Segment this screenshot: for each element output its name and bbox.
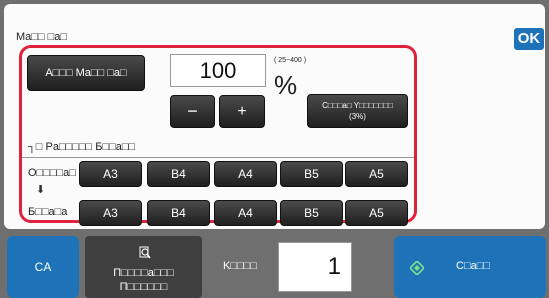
output-size-b5[interactable]: B5 [280,200,343,226]
percent-label: % [274,70,298,100]
copy-zoom-screen: Ma□□ □a□ OK A□□□ Ma□□ □a□ 100 ( 25~400 )… [0,0,549,298]
start-diamond-icon [410,261,424,275]
output-size-a4[interactable]: A4 [214,200,277,226]
zoom-ratio-field[interactable]: 100 [170,54,266,87]
auto-zoom-button[interactable]: A□□□ Ma□□ □a□ [27,55,145,91]
fine-adjust-label: C□□□a□ Y□□□□□□□ [322,101,393,110]
preview-label: П□□□□a□□□ П□□□□□□ [85,266,202,294]
decrease-button[interactable]: − [170,95,215,128]
output-size-a5[interactable]: A5 [345,200,408,226]
increase-button[interactable]: + [219,95,265,128]
paper-size-section-label: ┐□ Pa□□□□□ Б□□a□□ [28,141,136,153]
start-label: C□a□□ [456,260,490,272]
original-size-b4[interactable]: B4 [147,161,210,187]
fine-adjust-step: (3%) [349,112,366,121]
ok-button[interactable]: OK [514,28,544,50]
clear-all-button[interactable]: CA [7,236,79,298]
copies-label: K□□□□ [223,260,257,272]
original-size-row: A3 B4 A4 B5 A5 [0,161,549,189]
start-button[interactable]: C□a□□ [394,236,546,298]
preview-label-line2: П□□□□□□ [119,281,168,293]
preview-button[interactable]: П□□□□a□□□ П□□□□□□ [85,236,202,298]
section-divider [22,157,414,158]
original-size-a3[interactable]: A3 [79,161,142,187]
page-title: Ma□□ □a□ [16,31,68,43]
zoom-range-label: ( 25~400 ) [274,57,307,64]
preview-label-line1: П□□□□a□□□ [113,267,174,279]
original-size-a4[interactable]: A4 [214,161,277,187]
fine-adjust-button[interactable]: C□□□a□ Y□□□□□□□ (3%) [307,94,408,128]
output-size-b4[interactable]: B4 [147,200,210,226]
original-size-a5[interactable]: A5 [345,161,408,187]
preview-magnifier-icon [139,246,151,259]
output-size-row: A3 B4 A4 B5 A5 [0,200,549,228]
output-size-a3[interactable]: A3 [79,200,142,226]
original-size-b5[interactable]: B5 [280,161,343,187]
copies-input[interactable]: 1 [278,242,352,292]
